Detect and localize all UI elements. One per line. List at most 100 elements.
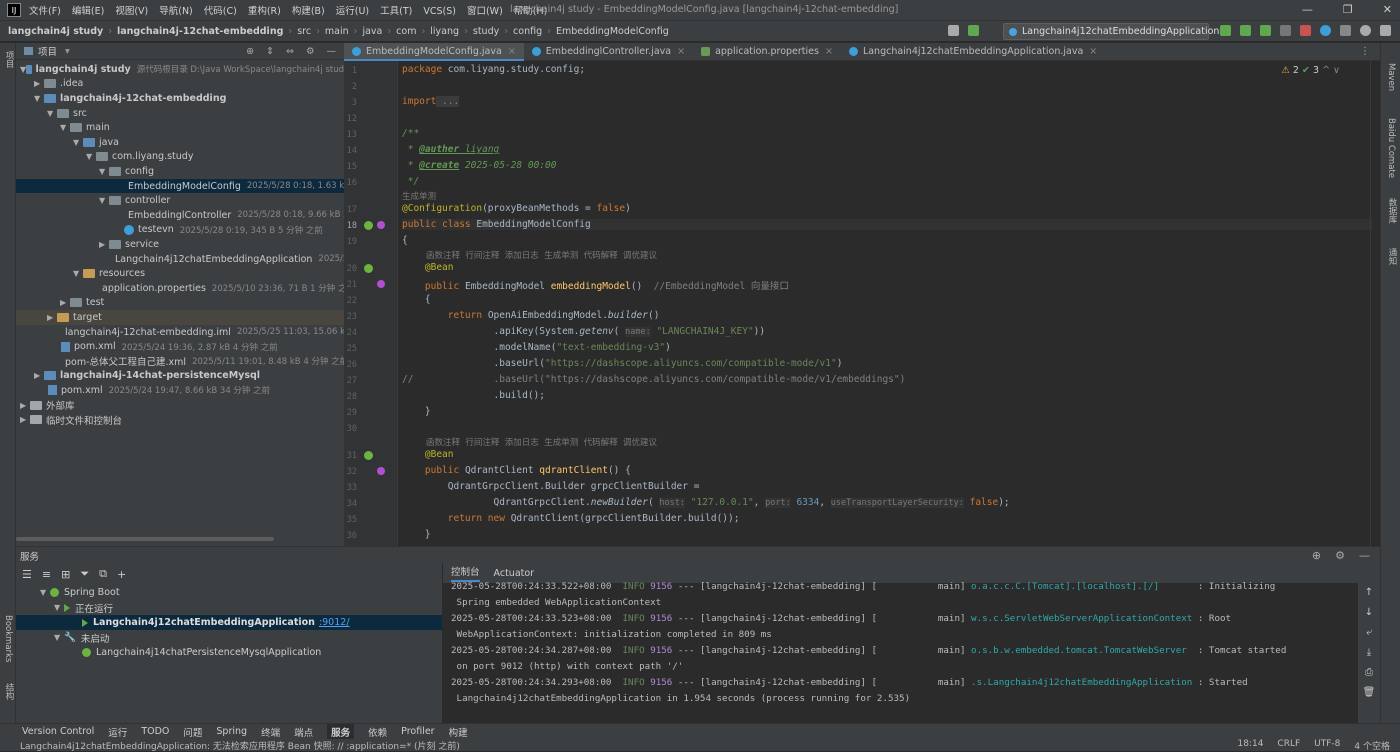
caret-position[interactable]: 18:14 [1237,739,1263,752]
tool-services[interactable]: 服务 [327,723,355,740]
comate-icon[interactable] [377,467,385,475]
tree-node[interactable]: pom-总体父工程自己建.xml 2025/5/11 19:01, 8.48 kB… [16,354,348,369]
gear-icon[interactable] [1380,25,1391,36]
tree-node[interactable]: ▶ test [16,296,344,311]
maven-tool-tab[interactable]: Maven [1386,63,1396,91]
group-icon[interactable]: ⊞ [61,568,70,581]
menu-view[interactable]: 视图(V) [115,6,148,17]
breadcrumb-item[interactable]: config [513,26,542,37]
expand-all-icon[interactable]: ☰ [22,568,32,581]
breadcrumb-item[interactable]: com [396,26,416,37]
notifications-tool-tab[interactable]: 通知 [1386,248,1398,265]
chevron-down-icon[interactable]: ▾ [65,46,70,57]
breadcrumb-item[interactable]: study [473,26,499,37]
soft-wrap-icon[interactable]: ⤶ [1366,627,1372,638]
line-separator[interactable]: CRLF [1277,739,1300,752]
tree-node[interactable]: Langchain4j12chatEmbeddingApplication 202… [16,252,362,267]
new-tab-icon[interactable]: ⧉ [99,567,107,581]
close-icon[interactable]: × [677,46,685,57]
tool-problems[interactable]: 问题 [183,725,202,739]
file-encoding[interactable]: UTF-8 [1314,739,1340,752]
project-tool-tab[interactable]: 项目 [3,51,15,68]
more-tabs-icon[interactable]: ⋮ [1350,43,1380,60]
database-tool-tab[interactable]: 数据库 [1386,198,1398,224]
close-icon[interactable]: ✕ [1383,3,1392,16]
tab-embedding-controller[interactable]: EmbeddinglController.java × [524,43,693,61]
tool-spring[interactable]: Spring [216,726,247,737]
menu-file[interactable]: 文件(F) [29,6,61,17]
tree-node[interactable]: ▶ service [16,237,344,252]
tree-node[interactable]: ▶ langchain4j-14chat-persistenceMysql [16,369,344,384]
hammer-icon[interactable] [968,25,979,36]
profile-icon[interactable] [1280,25,1291,36]
breadcrumb-item[interactable]: java [362,26,382,37]
tree-node[interactable]: pom.xml 2025/5/24 19:47, 8.66 kB 34 分钟 之前 [16,383,344,398]
codelens-hint[interactable]: 函数注释 行间注释 添加日志 生成单测 代码解释 调优建议 [426,249,657,261]
tree-node-selected[interactable]: EmbeddingModelConfig 2025/5/28 0:18, 1.63… [16,178,358,194]
menu-code[interactable]: 代码(C) [204,6,237,17]
locate-icon[interactable]: ⊕ [246,46,254,57]
tree-node[interactable]: langchain4j-12chat-embedding.iml 2025/5/2… [16,325,351,340]
menu-vcs[interactable]: VCS(S) [423,6,456,17]
tree-node[interactable]: EmbeddinglController 2025/5/28 0:18, 9.66… [16,208,349,223]
clear-icon[interactable]: 🗑 [1363,687,1376,698]
menu-window[interactable]: 窗口(W) [467,6,503,17]
tree-node[interactable]: ▶ target [16,310,344,325]
spring-bean-icon[interactable] [364,221,373,230]
tree-node[interactable]: ▼ controller [16,193,344,208]
breadcrumb-item[interactable]: src [297,26,311,37]
print-icon[interactable]: ⎙ [1365,667,1373,678]
editor-scrollbar[interactable] [1370,61,1380,546]
tab-application-class[interactable]: Langchain4j12chatEmbeddingApplication.ja… [841,43,1105,61]
menu-refactor[interactable]: 重构(R) [248,6,281,17]
tree-node[interactable]: ▼ java [16,135,344,150]
services-node-not-started[interactable]: ▼ 🔧 未启动 [16,630,443,645]
close-icon[interactable]: × [1089,46,1097,57]
plugin-icon[interactable] [1320,25,1331,36]
status-message[interactable]: Langchain4j12chatEmbeddingApplication: 无… [20,739,460,752]
stop-icon[interactable] [1300,25,1311,36]
structure-tool-tab[interactable]: 结构 [3,683,15,700]
minimize-icon[interactable]: — [1302,3,1313,16]
tree-node[interactable]: ▼ langchain4j-12chat-embedding [16,91,344,106]
code-editor[interactable]: ⚠ 2 ✔ 3 ^ ∨ package com.liyang.study.con… [398,61,1380,546]
tool-profiler[interactable]: Profiler [401,726,434,737]
close-icon[interactable]: × [508,46,516,57]
tree-node[interactable]: ▶ 临时文件和控制台 [16,412,344,427]
user-icon[interactable] [948,25,959,36]
horizontal-scrollbar[interactable] [16,537,274,541]
filter-icon[interactable]: ⏷ [80,567,89,581]
expand-all-icon[interactable]: ⇕ [266,46,274,57]
debug-icon[interactable] [1240,25,1251,36]
close-icon[interactable]: × [825,46,833,57]
tree-node[interactable]: ▶ .idea [16,77,344,92]
tab-actuator[interactable]: Actuator [494,568,535,579]
codelens-hint[interactable]: 函数注释 行间注释 添加日志 生成单测 代码解释 调优建议 [426,436,657,448]
tool-terminal[interactable]: 终端 [261,725,280,739]
menu-run[interactable]: 运行(U) [336,6,369,17]
comate-icon[interactable] [377,280,385,288]
tree-node[interactable]: ▼ langchain4j study 源代码根目录 D:\Java WorkSpa… [16,62,344,77]
breadcrumb-item[interactable]: EmbeddingModelConfig [556,26,669,37]
coverage-icon[interactable] [1260,25,1271,36]
indent-setting[interactable]: 4 个空格 [1354,739,1390,752]
tool-build[interactable]: 构建 [449,725,468,739]
hide-icon[interactable]: — [1359,549,1370,562]
menu-build[interactable]: 构建(B) [292,6,325,17]
services-node-running[interactable]: ▼ 正在运行 [16,600,443,615]
comate-icon[interactable] [377,221,385,229]
codelens-hint[interactable]: 生成单测 [402,190,436,202]
tool-version-control[interactable]: Version Control [22,726,94,737]
services-node-spring-boot[interactable]: ▼ Spring Boot [16,585,443,600]
services-node-embedding-app[interactable]: Langchain4j12chatEmbeddingApplication:90… [16,615,443,630]
scroll-to-end-icon[interactable]: ⤓ [1367,647,1371,658]
tree-node[interactable]: ▼ resources [16,266,344,281]
inspection-widget[interactable]: ⚠ 2 ✔ 3 ^ ∨ [1281,65,1340,76]
tree-node[interactable]: testevn 2025/5/28 0:19, 345 B 5 分钟 之前 [16,223,344,238]
hide-icon[interactable]: — [327,46,337,57]
spring-bean-icon[interactable] [364,264,373,273]
tree-node[interactable]: pom.xml 2025/5/24 19:36, 2.87 kB 4 分钟 之前 [16,339,344,354]
breadcrumb-item[interactable]: langchain4j study [8,26,103,37]
tool-run[interactable]: 运行 [108,725,127,739]
tool-todo[interactable]: TODO [141,726,169,737]
